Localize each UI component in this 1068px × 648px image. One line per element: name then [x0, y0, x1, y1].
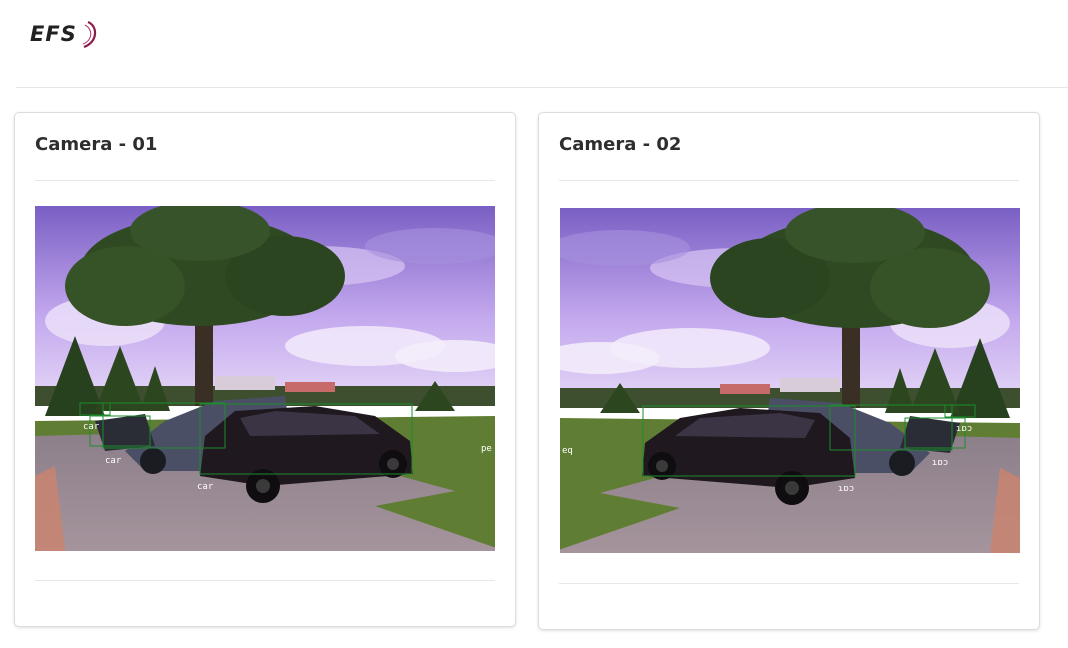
camera-feed-image[interactable]: car car car pe	[35, 206, 495, 551]
camera-card-02: Camera - 02 eq ɿɒɔ ɿɒɔ ɿɒɔ	[538, 112, 1040, 630]
card-header-divider	[35, 180, 495, 181]
camera-title: Camera - 02	[559, 134, 682, 155]
detection-label: ɿɒɔ	[838, 484, 854, 494]
header-divider	[16, 87, 1068, 88]
efs-logo[interactable]: EFS	[30, 20, 102, 54]
detection-label: ɿɒɔ	[932, 458, 948, 468]
logo-text: EFS	[30, 22, 77, 46]
card-footer-divider	[559, 583, 1019, 584]
detection-label: car	[197, 482, 214, 492]
detection-label: car	[83, 422, 100, 432]
logo-swoosh-icon	[82, 20, 97, 49]
card-footer-divider	[35, 580, 495, 581]
detection-label: car	[105, 456, 122, 466]
top-header: EFS	[0, 0, 1068, 88]
camera-feed-image[interactable]: eq ɿɒɔ ɿɒɔ ɿɒɔ	[560, 208, 1020, 553]
detection-label: pe	[481, 444, 492, 454]
camera-card-01: Camera - 01 car car car pe	[14, 112, 516, 627]
detection-label: eq	[562, 446, 573, 456]
camera-title: Camera - 01	[35, 134, 158, 155]
card-header-divider	[559, 180, 1019, 181]
detection-label: ɿɒɔ	[956, 424, 972, 434]
